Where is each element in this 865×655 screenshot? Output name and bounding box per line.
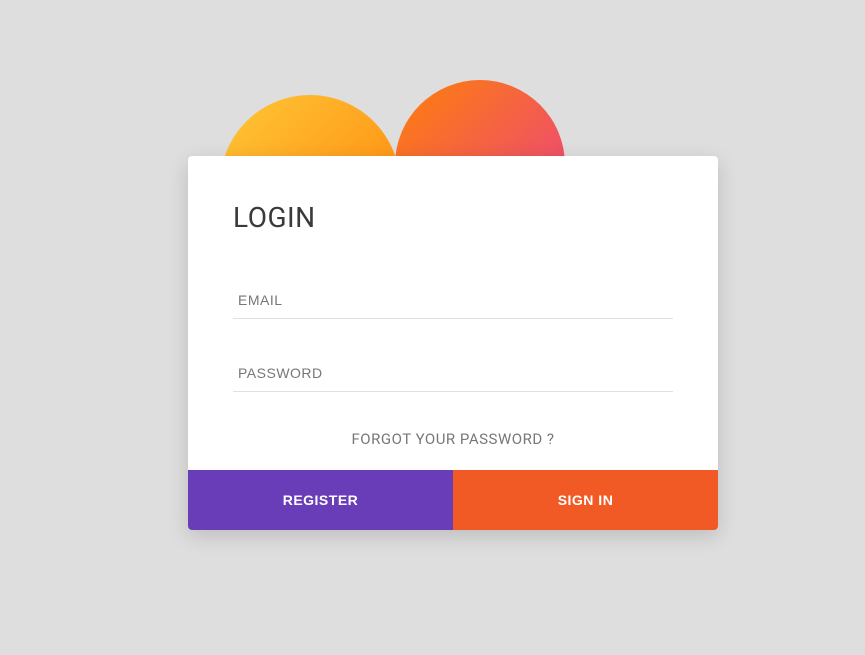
login-buttons: REGISTER SIGN IN [188, 470, 718, 530]
login-card: LOGIN FORGOT YOUR PASSWORD ? REGISTER SI… [188, 156, 718, 530]
login-card-body: LOGIN FORGOT YOUR PASSWORD ? [188, 156, 718, 470]
password-field[interactable] [233, 357, 673, 392]
signin-button[interactable]: SIGN IN [453, 470, 718, 530]
login-title: LOGIN [233, 201, 673, 234]
register-button[interactable]: REGISTER [188, 470, 453, 530]
email-field-wrapper [233, 284, 673, 319]
email-field[interactable] [233, 284, 673, 319]
forgot-password-link[interactable]: FORGOT YOUR PASSWORD ? [233, 430, 673, 448]
password-field-wrapper [233, 357, 673, 392]
